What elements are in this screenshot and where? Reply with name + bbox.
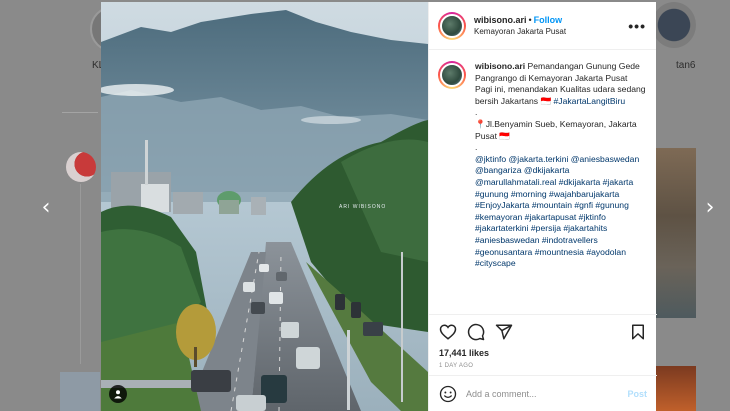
background-story [652,2,696,48]
post-photo[interactable]: ARI WIBISONO [101,2,428,411]
caption-main: wibisono.ari Pemandangan Gunung Gede Pan… [475,61,646,107]
emoji-icon[interactable] [439,385,457,403]
comments-area: wibisono.ari Pemandangan Gunung Gede Pan… [429,50,656,302]
background-avatar [66,152,96,182]
caption-dot: . [475,107,478,118]
comment-input[interactable] [466,388,628,399]
follow-button[interactable]: Follow [534,15,563,25]
post-modal: ARI WIBISONO wibisono.ari • Follow Kemayor… [101,2,657,411]
separator-dot: • [528,15,532,25]
likes-count[interactable]: 17,441 likes [439,348,647,358]
post-actions: 17,441 likes 1 DAY AGO [429,314,657,369]
caption-tags[interactable]: @jktinfo @jakarta.terkini @aniesbaswedan… [475,154,646,270]
post-sidebar: wibisono.ari • Follow Kemayoran Jakarta Pu… [428,2,657,411]
more-options-icon[interactable]: ••• [628,18,646,34]
person-icon [114,390,122,399]
location-link[interactable]: Kemayoran Jakarta Pusat [474,26,628,38]
heart-icon[interactable] [439,323,457,341]
background-thumbnail [60,372,100,411]
photo-watermark: ARI WIBISONO [339,204,387,210]
post-caption: wibisono.ari Pemandangan Gunung Gede Pan… [475,61,646,302]
post-comment-button[interactable]: Post [627,389,647,399]
username-link[interactable]: wibisono.ari [474,15,527,25]
caption-username[interactable]: wibisono.ari [475,61,525,71]
caption-dot: . [475,142,478,153]
post-header-text: wibisono.ari • Follow Kemayoran Jakarta Pu… [474,13,628,38]
action-icons-row [439,321,647,343]
avatar-image [440,13,464,38]
caption-location: 📍Jl.Benyamin Sueb, Kemayoran, Jakarta Pu… [475,118,637,141]
chevron-right-icon[interactable]: › [700,196,720,220]
background-divider [62,112,98,113]
comment-icon[interactable] [467,323,485,341]
add-comment-bar: Post [429,375,657,411]
avatar[interactable] [438,11,466,40]
share-icon[interactable] [495,323,513,341]
background-thumbnail [654,148,696,318]
post-header: wibisono.ari • Follow Kemayoran Jakarta Pu… [429,2,656,50]
avatar[interactable] [438,61,466,89]
background-divider [80,184,81,364]
chevron-left-icon[interactable]: ‹ [36,196,56,220]
tagged-user-icon[interactable] [109,385,127,403]
avatar-image [440,63,464,87]
post-timestamp: 1 DAY AGO [439,363,474,369]
background-story-label: tan6 [676,60,696,71]
background-thumbnail [656,366,696,411]
hashtag-link[interactable]: #JakartaLangitBiru [554,96,626,106]
bookmark-icon[interactable] [629,323,647,341]
